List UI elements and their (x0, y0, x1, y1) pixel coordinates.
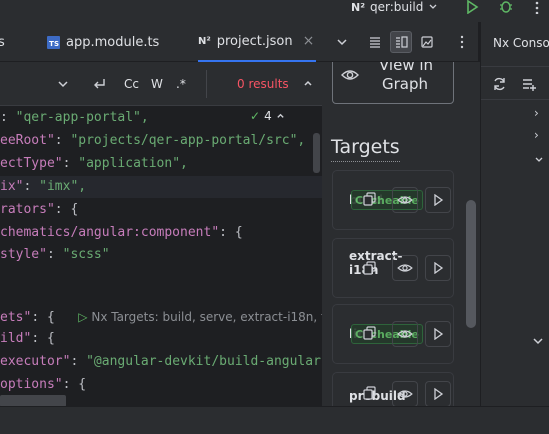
checkmark-icon: ✓ (250, 109, 261, 123)
folded-region[interactable] (0, 395, 66, 406)
previous-match-icon[interactable] (303, 62, 313, 106)
new-line-icon[interactable] (93, 62, 107, 106)
run-target-button[interactable] (425, 381, 451, 406)
view-in-label: View in (379, 62, 434, 74)
nx-project-details-panel: View in Graph Targets build Cacheable ex… (322, 62, 480, 406)
run-icon[interactable] (464, 0, 480, 14)
graph-label: Graph (382, 75, 429, 93)
panel-scrollbar[interactable] (466, 200, 476, 328)
more-options-icon[interactable] (451, 31, 473, 53)
code-line: ectType": "application", (0, 156, 188, 171)
target-card-build[interactable]: build Cacheable (332, 170, 454, 230)
copy-icon[interactable] (363, 326, 377, 340)
console-toolbar (481, 66, 549, 100)
copy-icon[interactable] (363, 261, 377, 275)
tab-bar-more (451, 22, 473, 62)
tab-label: project.json (216, 33, 293, 49)
words-toggle[interactable]: W (151, 62, 163, 106)
code-line-current: ix": "imx", (0, 176, 322, 198)
code-line: executor": "@angular-devkit/build-angula… (0, 354, 321, 369)
close-tab-icon[interactable]: × (303, 33, 315, 49)
editor-and-preview-icon[interactable] (390, 31, 412, 53)
chevron-up-icon[interactable] (276, 112, 285, 121)
nx-file-icon: N² (198, 35, 211, 47)
tab-project-json[interactable]: N² project.json × (198, 22, 317, 62)
replace-toggle-icon[interactable] (57, 62, 69, 106)
tab-actions (331, 22, 353, 62)
view-target-button[interactable] (392, 381, 418, 406)
chevron-down-icon (429, 4, 437, 9)
code-line: style": "scss" (0, 247, 110, 262)
eye-icon (397, 390, 413, 398)
code-editor[interactable]: : "qer-app-portal", ✓ 4 eeRoot": "projec… (0, 106, 322, 406)
inspection-count: 4 (264, 109, 272, 123)
find-bar: Cc W .* 0 results (0, 62, 322, 106)
eye-icon (397, 264, 413, 272)
status-bar (0, 406, 549, 434)
code-line: ild": { (0, 331, 55, 346)
eye-icon (397, 330, 413, 338)
tab-app-module[interactable]: TS app.module.ts (47, 22, 159, 62)
tab-list-chevron-icon[interactable] (331, 31, 353, 53)
more-actions-icon[interactable] (529, 0, 545, 14)
play-icon (434, 328, 444, 340)
refresh-icon[interactable] (492, 77, 507, 91)
search-results-count: 0 results (237, 77, 289, 91)
console-title: Nx Console (493, 36, 549, 50)
view-in-graph-button[interactable]: View in Graph (332, 62, 454, 104)
view-target-button[interactable] (392, 255, 418, 281)
inspection-widget[interactable]: ✓ 4 (250, 109, 285, 123)
preview-only-icon[interactable] (416, 31, 438, 53)
nx-targets-hint[interactable]: ▷ Nx Targets: build, serve, extract-i18n… (78, 310, 322, 324)
play-icon (434, 388, 444, 400)
typescript-file-icon: TS (47, 35, 60, 49)
nx-console-panel: Nx Console › › (480, 22, 549, 406)
eye-icon (397, 196, 413, 204)
regex-toggle[interactable]: .* (176, 62, 186, 106)
run-target-button[interactable] (425, 321, 451, 347)
target-card-extract-i18n[interactable]: extract-i18n (332, 238, 454, 298)
chevron-down-icon[interactable] (532, 336, 544, 346)
code-line: options": { (0, 377, 87, 392)
eye-icon (341, 70, 359, 80)
debug-icon[interactable] (498, 0, 514, 14)
match-case-toggle[interactable]: Cc (124, 62, 139, 106)
tab-label: s (0, 34, 5, 50)
title-bar: N² qer:build (0, 0, 549, 22)
editor-marker (313, 133, 320, 173)
run-configuration-selector[interactable]: N² qer:build (351, 0, 438, 14)
play-icon (434, 262, 444, 274)
editor-view-toggles (364, 22, 438, 62)
run-target-button[interactable] (425, 187, 451, 213)
target-card-prebuild[interactable]: prebuild (332, 372, 454, 406)
target-card-lint[interactable]: lint Cacheable (332, 304, 454, 364)
tree-expand-icon[interactable]: › (534, 128, 539, 142)
view-target-button[interactable] (392, 321, 418, 347)
code-line: : "qer-app-portal", (0, 110, 149, 125)
tree-collapse-icon[interactable] (534, 155, 544, 165)
view-target-button[interactable] (392, 187, 418, 213)
code-line: rators": { (0, 202, 79, 217)
run-target-button[interactable] (425, 255, 451, 281)
copy-icon[interactable] (363, 192, 377, 206)
add-list-icon[interactable] (522, 77, 537, 91)
code-line: eeRoot": "projects/qer-app-portal/src", (0, 133, 306, 148)
copy-icon[interactable] (363, 386, 377, 400)
editor-tab-bar: s TS app.module.ts N² project.json × (0, 22, 478, 62)
run-configuration-label: qer:build (370, 0, 424, 14)
code-line: ets": { ▷ Nx Targets: build, serve, extr… (0, 306, 322, 328)
nx-icon: N² (351, 0, 366, 14)
code-line: chematics/angular:component": { (0, 225, 243, 240)
tab-partial[interactable]: s (0, 22, 5, 62)
tab-label: app.module.ts (66, 34, 160, 50)
editor-only-icon[interactable] (364, 31, 386, 53)
tree-expand-icon[interactable]: › (534, 106, 539, 120)
play-icon (434, 194, 444, 206)
targets-heading: Targets (331, 136, 400, 162)
search-divider (206, 70, 207, 98)
